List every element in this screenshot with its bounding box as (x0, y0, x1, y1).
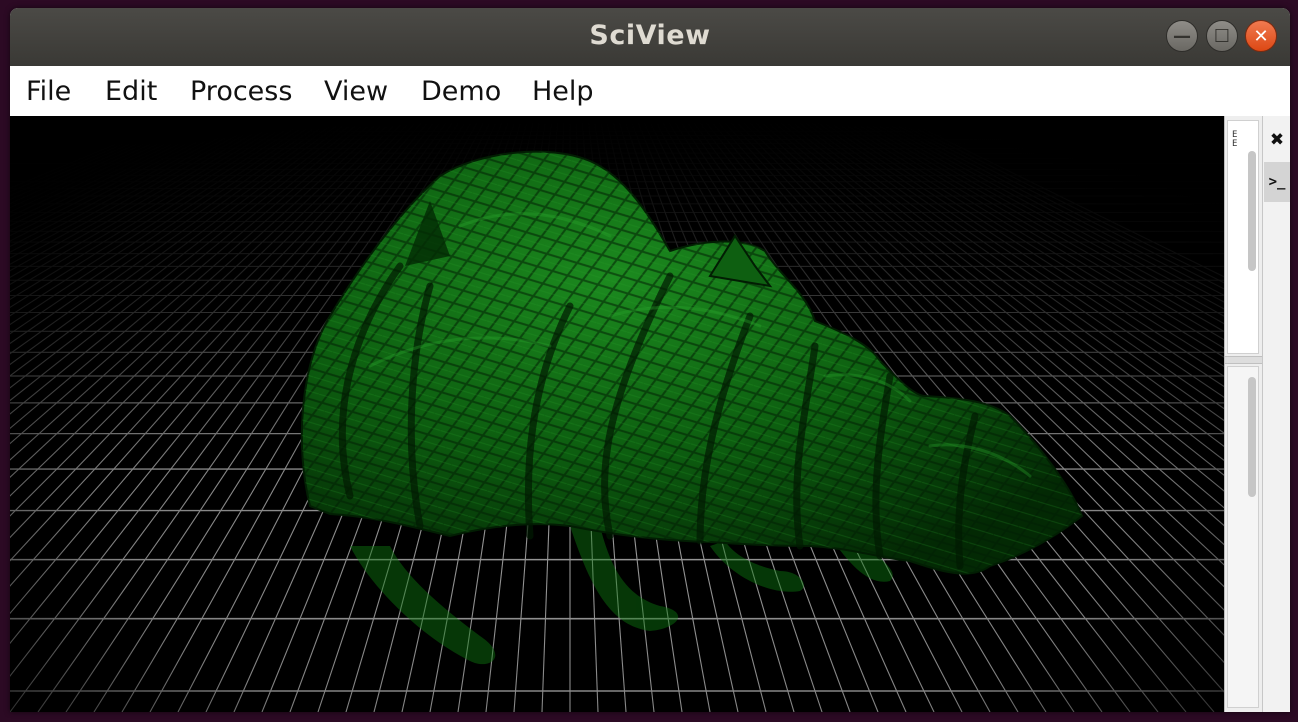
close-icon: ✕ (1253, 25, 1269, 47)
3d-viewport[interactable] (10, 116, 1224, 712)
minimize-icon: — (1173, 25, 1191, 47)
minimize-button[interactable]: — (1166, 20, 1198, 52)
console-icon[interactable]: >_ (1264, 162, 1290, 202)
title-bar[interactable]: SciView — ☐ ✕ (10, 8, 1290, 66)
menu-view[interactable]: View (324, 76, 388, 107)
menu-bar: File Edit Process View Demo Help (10, 66, 1290, 117)
inspector-pane[interactable]: E E (1227, 120, 1259, 354)
window-title: SciView (589, 20, 711, 51)
menu-demo[interactable]: Demo (421, 76, 501, 107)
menu-file[interactable]: File (26, 76, 71, 107)
split-divider[interactable] (1225, 356, 1262, 364)
maximize-button[interactable]: ☐ (1206, 20, 1238, 52)
properties-scrollbar[interactable] (1248, 377, 1256, 497)
3d-scene[interactable] (10, 116, 1224, 712)
side-panel: E E (1224, 116, 1262, 712)
tool-strip: ✖ >_ (1262, 116, 1290, 712)
menu-edit[interactable]: Edit (105, 76, 157, 107)
inspector-scrollbar[interactable] (1248, 151, 1256, 271)
sciview-window: SciView — ☐ ✕ File Edit Process View Dem… (10, 8, 1290, 712)
menu-process[interactable]: Process (190, 76, 292, 107)
maximize-icon: ☐ (1213, 25, 1231, 47)
wrench-screwdriver-icon[interactable]: ✖ (1264, 120, 1290, 160)
close-button[interactable]: ✕ (1245, 20, 1277, 52)
menu-help[interactable]: Help (532, 76, 594, 107)
properties-pane[interactable] (1227, 366, 1259, 708)
inspector-mini-label: E E (1232, 130, 1238, 149)
